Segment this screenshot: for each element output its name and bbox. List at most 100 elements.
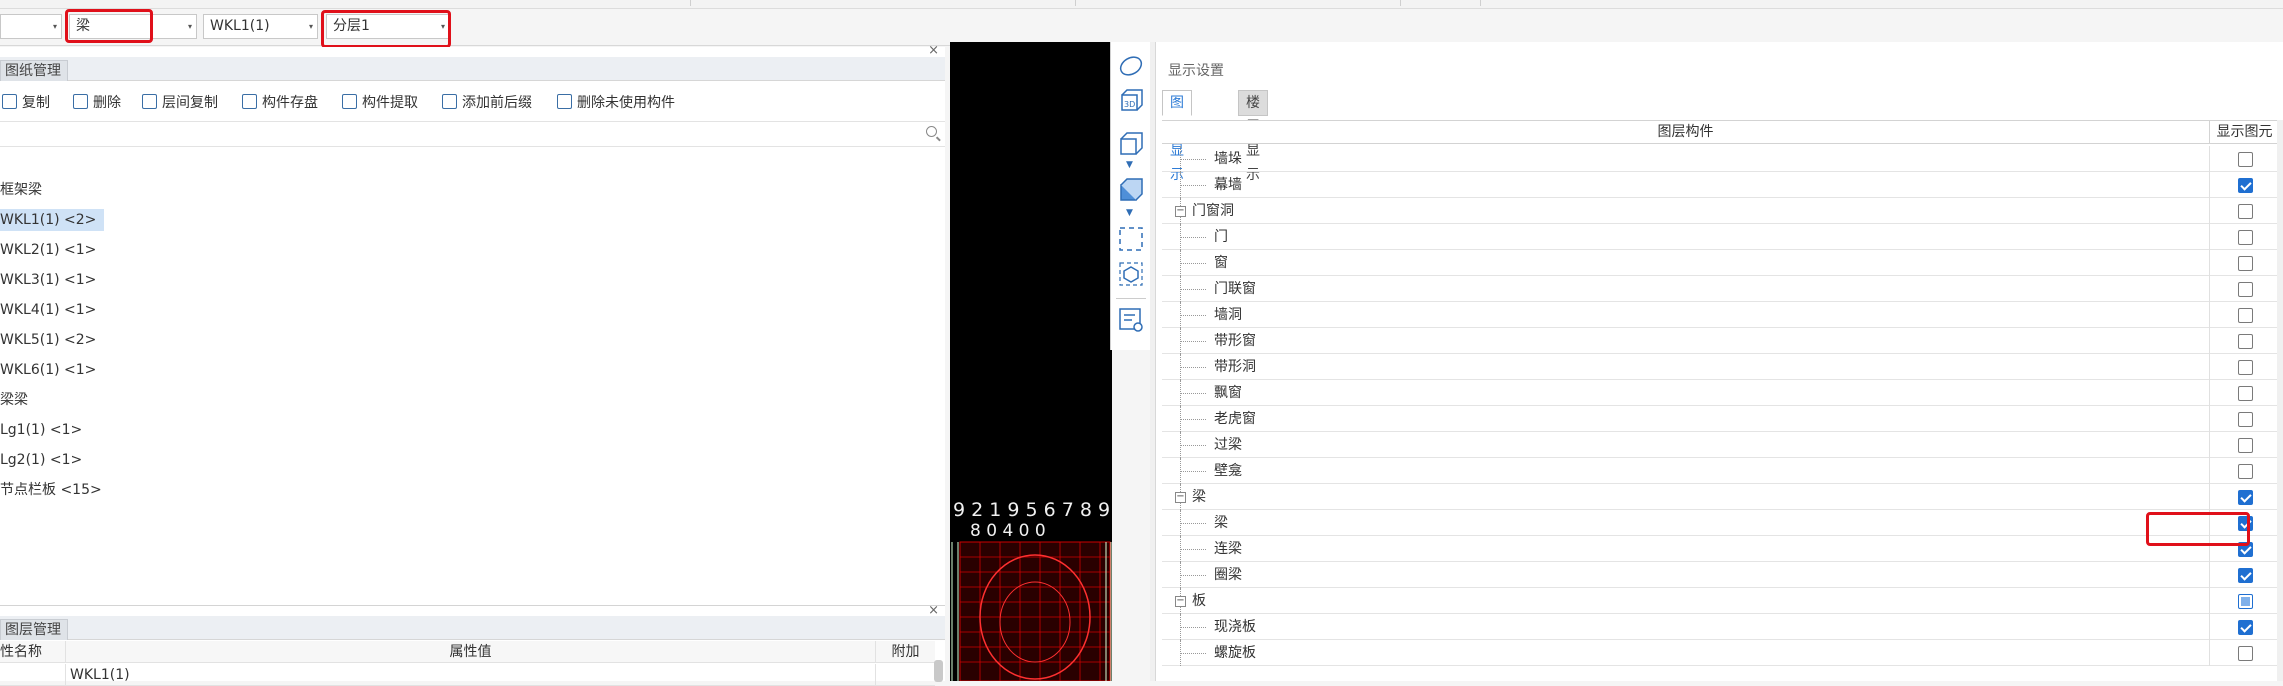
display-row[interactable]: 现浇板: [1162, 614, 2279, 640]
component-combo[interactable]: WKL1(1) ▾: [203, 14, 318, 39]
orbit-icon[interactable]: [1117, 52, 1145, 80]
tree-item-wkl4[interactable]: WKL4(1) <1>: [0, 299, 104, 321]
tree-item-wkl6[interactable]: WKL6(1) <1>: [0, 359, 104, 381]
display-row[interactable]: 圈梁: [1162, 562, 2279, 588]
tree-item-wkl3[interactable]: WKL3(1) <1>: [0, 269, 104, 291]
show-element-checkbox[interactable]: [2238, 646, 2253, 661]
display-row[interactable]: 门: [1162, 224, 2279, 250]
display-row[interactable]: 窗: [1162, 250, 2279, 276]
category-combo[interactable]: 梁 ▾: [69, 14, 197, 39]
display-row[interactable]: 飘窗: [1162, 380, 2279, 406]
display-row[interactable]: − 梁: [1162, 484, 2279, 510]
show-element-checkbox[interactable]: [2238, 490, 2253, 505]
show-element-checkbox[interactable]: [2238, 308, 2253, 323]
show-element-checkbox[interactable]: [2238, 282, 2253, 297]
display-row[interactable]: 门联窗: [1162, 276, 2279, 302]
extract-component-button[interactable]: 构件提取: [342, 93, 418, 113]
category-value: 梁: [76, 18, 90, 34]
collapse-icon[interactable]: −: [1175, 596, 1186, 607]
show-element-checkbox[interactable]: [2238, 204, 2253, 219]
show-element-checkbox[interactable]: [2238, 334, 2253, 349]
show-element-checkbox[interactable]: [2238, 568, 2253, 583]
add-affix-button[interactable]: 添加前后缀: [442, 93, 532, 113]
tree-guide-line: [1180, 549, 1206, 550]
dimension-labels: 8 0 4 0 0: [970, 521, 1046, 541]
solid-box-icon[interactable]: [1117, 176, 1145, 204]
layer-combo[interactable]: 分层1 ▾: [326, 14, 450, 39]
tab-drawing-management[interactable]: 图纸管理: [0, 60, 68, 81]
show-element-checkbox[interactable]: [2238, 412, 2253, 427]
tree-group-frame-beam[interactable]: 框架梁: [0, 179, 50, 201]
tab-element-display[interactable]: 图元显示: [1162, 90, 1192, 183]
save-component-button[interactable]: 构件存盘: [242, 93, 318, 113]
tab-floor-display[interactable]: 楼层显示: [1238, 90, 1268, 183]
component-action-bar: 复制 删除 层间复制 构件存盘 构件提取 添加前后缀 删除未使用构件: [0, 87, 945, 117]
show-element-checkbox[interactable]: [2238, 230, 2253, 245]
column-divider: [2209, 224, 2210, 250]
display-row[interactable]: − 板: [1162, 588, 2279, 614]
collapse-icon[interactable]: −: [1175, 492, 1186, 503]
display-row[interactable]: 过梁: [1162, 432, 2279, 458]
search-icon[interactable]: [926, 126, 937, 137]
row-label: 螺旋板: [1214, 645, 1256, 661]
chevron-down-icon[interactable]: ▼: [1126, 208, 1133, 218]
show-element-checkbox[interactable]: [2238, 464, 2253, 479]
view-3d-icon[interactable]: 3D: [1117, 87, 1145, 115]
display-row[interactable]: 墙洞: [1162, 302, 2279, 328]
collapse-icon[interactable]: −: [1175, 206, 1186, 217]
display-row[interactable]: 老虎窗: [1162, 406, 2279, 432]
cube-select-icon[interactable]: [1117, 260, 1145, 288]
tree-group-beam[interactable]: 梁梁: [0, 389, 36, 411]
tree-item-node-panel[interactable]: 节点栏板 <15>: [0, 479, 110, 501]
display-row[interactable]: 连梁: [1162, 536, 2279, 562]
tree-item-wkl1[interactable]: WKL1(1) <2>: [0, 209, 105, 231]
show-element-checkbox[interactable]: [2238, 516, 2253, 531]
property-row[interactable]: WKL1(1): [0, 664, 935, 686]
floor-combo[interactable]: ▾: [0, 14, 62, 39]
cad-drawing[interactable]: 9 2 1 9 5 6 7 8 9 0 1 8 0 4 0 0: [950, 42, 1112, 681]
show-element-checkbox[interactable]: [2238, 542, 2253, 557]
display-row[interactable]: 幕墙: [1162, 172, 2279, 198]
delete-button[interactable]: 删除: [73, 93, 121, 113]
component-search-input[interactable]: [0, 121, 945, 147]
display-row[interactable]: 梁: [1162, 510, 2279, 536]
drawing-canvas[interactable]: 9 2 1 9 5 6 7 8 9 0 1 8 0 4 0 0: [950, 42, 1112, 681]
delete-unused-button[interactable]: 删除未使用构件: [557, 93, 675, 113]
display-row[interactable]: 带形窗: [1162, 328, 2279, 354]
copy-button[interactable]: 复制: [2, 93, 50, 113]
tree-guide-line: [1180, 523, 1206, 524]
display-row[interactable]: 墙垛: [1162, 146, 2279, 172]
column-divider: [2209, 536, 2210, 562]
save-component-icon: [242, 94, 257, 109]
show-element-checkbox[interactable]: [2238, 360, 2253, 375]
display-row[interactable]: 螺旋板: [1162, 640, 2279, 666]
property-value[interactable]: WKL1(1): [66, 664, 876, 686]
display-grid-header: 图层构件 显示图元: [1162, 120, 2279, 144]
display-row[interactable]: 带形洞: [1162, 354, 2279, 380]
tree-item-wkl2[interactable]: WKL2(1) <1>: [0, 239, 104, 261]
column-divider: [2209, 302, 2210, 328]
chevron-down-icon[interactable]: ▼: [1126, 160, 1133, 170]
tab-layer-management[interactable]: 图层管理: [0, 619, 68, 640]
show-element-checkbox[interactable]: [2238, 152, 2253, 167]
display-row[interactable]: − 门窗洞: [1162, 198, 2279, 224]
tree-item-wkl5[interactable]: WKL5(1) <2>: [0, 329, 104, 351]
selection-frame-icon[interactable]: [1117, 225, 1145, 253]
drawing-panel-header: 图纸管理: [0, 57, 945, 81]
vertical-scrollbar[interactable]: [2277, 120, 2283, 681]
show-element-checkbox[interactable]: [2238, 438, 2253, 453]
property-extra[interactable]: [876, 664, 935, 686]
close-icon[interactable]: ×: [928, 43, 939, 58]
show-element-checkbox[interactable]: [2238, 178, 2253, 193]
tree-item-lg2[interactable]: Lg2(1) <1>: [0, 449, 90, 471]
show-element-checkbox[interactable]: [2238, 620, 2253, 635]
display-row[interactable]: 壁龛: [1162, 458, 2279, 484]
box-view-icon[interactable]: [1117, 130, 1145, 158]
vertical-scrollbar[interactable]: [934, 660, 943, 682]
floor-copy-button[interactable]: 层间复制: [142, 93, 218, 113]
display-settings-icon[interactable]: [1117, 306, 1145, 334]
show-element-checkbox[interactable]: [2238, 594, 2253, 609]
show-element-checkbox[interactable]: [2238, 256, 2253, 271]
show-element-checkbox[interactable]: [2238, 386, 2253, 401]
tree-item-lg1[interactable]: Lg1(1) <1>: [0, 419, 90, 441]
